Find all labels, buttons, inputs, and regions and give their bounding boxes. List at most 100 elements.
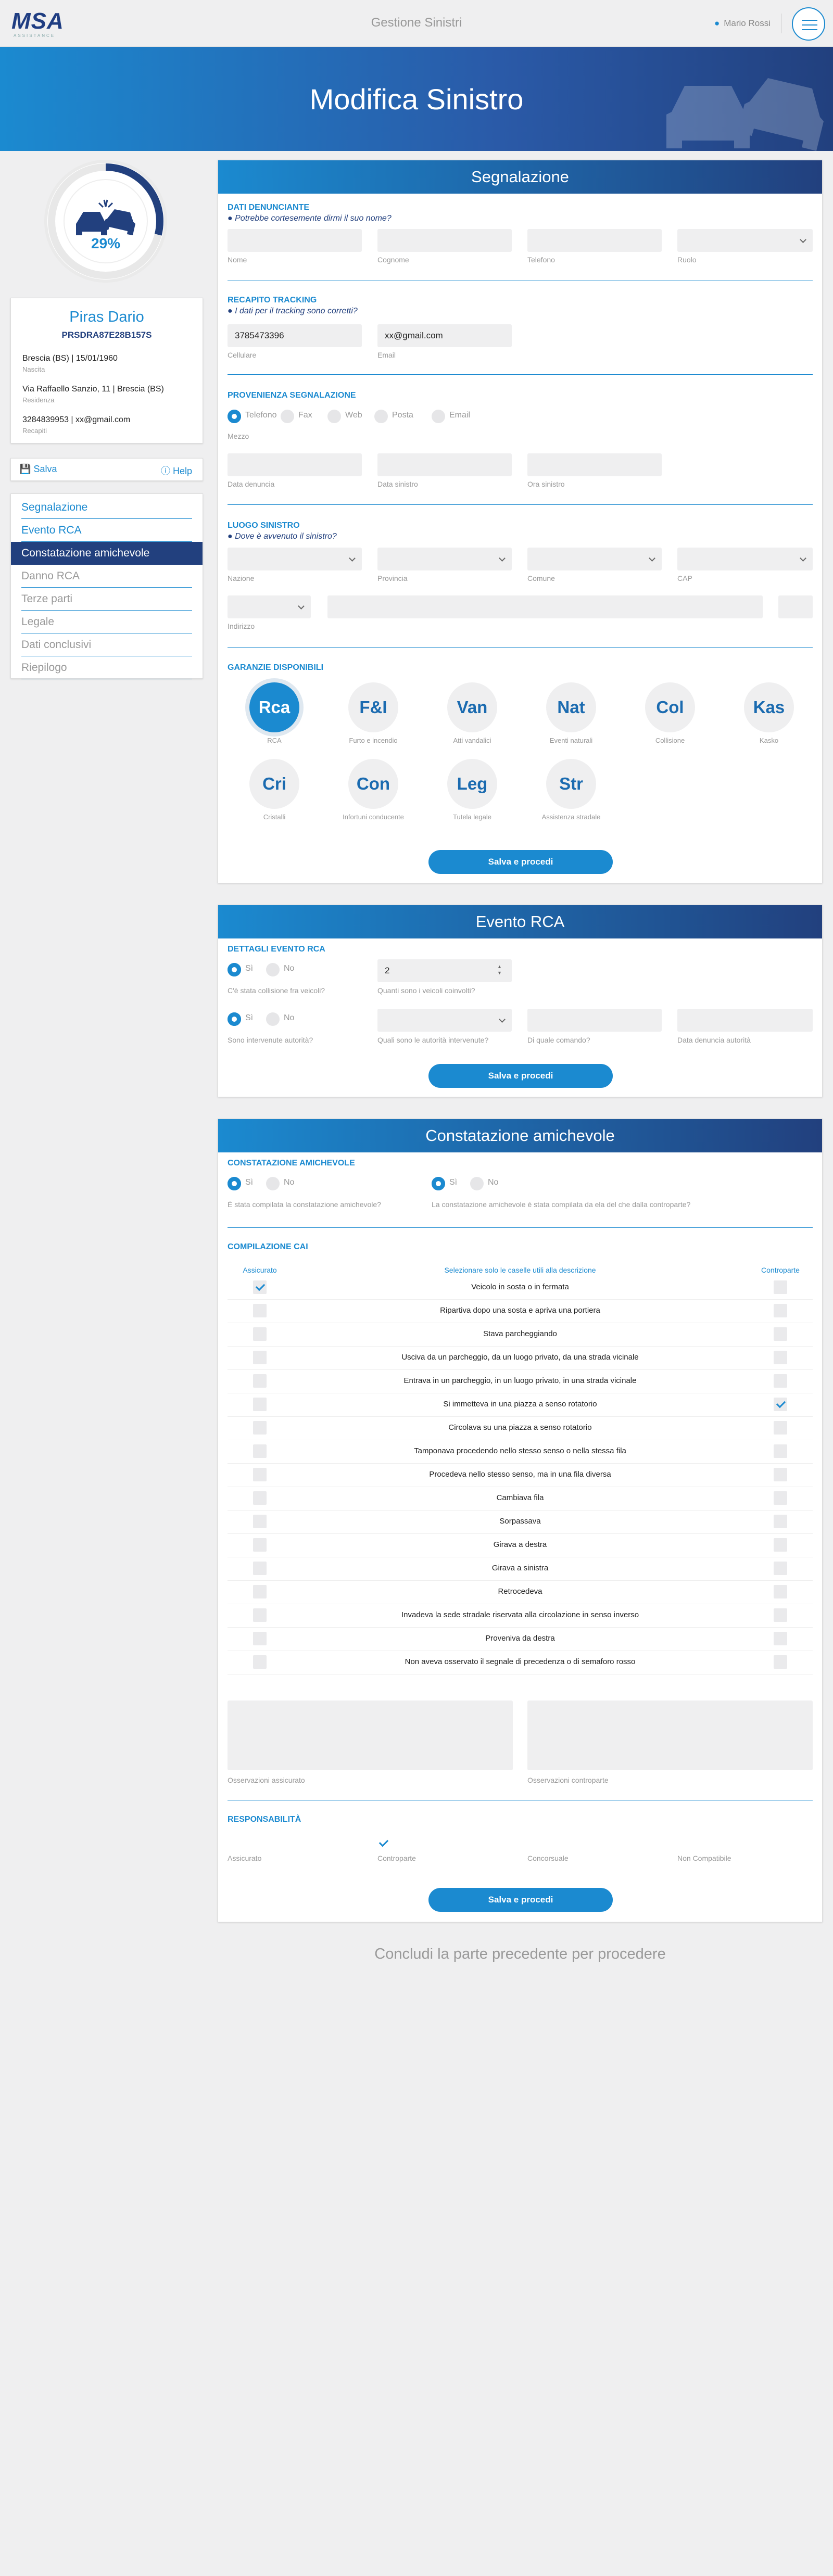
counterpart-notes-textarea[interactable] (527, 1701, 813, 1770)
insured-checkbox[interactable] (253, 1538, 267, 1552)
province-select[interactable] (377, 548, 512, 570)
role-select[interactable] (677, 229, 813, 252)
counterpart-checkbox[interactable] (774, 1444, 787, 1458)
authority-yes-radio[interactable] (228, 1012, 241, 1026)
user-menu[interactable]: ● Mario Rossi (714, 18, 771, 29)
nav-item[interactable]: Terze parti (21, 588, 192, 611)
accident-time-input[interactable] (527, 453, 662, 476)
guarantee-toggle[interactable]: Col (645, 682, 695, 732)
insured-checkbox[interactable] (253, 1608, 267, 1622)
responsibility-checkmark-icon[interactable] (376, 1836, 390, 1850)
city-select[interactable] (527, 548, 662, 570)
accident-date-input[interactable] (377, 453, 512, 476)
authority-report-date-input[interactable] (677, 1009, 813, 1032)
authority-no-radio[interactable] (266, 1012, 280, 1026)
vehicle-count-stepper[interactable]: 2 (377, 959, 512, 982)
insured-checkbox[interactable] (253, 1491, 267, 1505)
counterpart-checkbox[interactable] (774, 1351, 787, 1364)
responsibility-option[interactable]: Concorsuale (527, 1854, 569, 1862)
counterpart-checkbox[interactable] (774, 1562, 787, 1575)
insured-checkbox[interactable] (253, 1515, 267, 1528)
insured-checkbox[interactable] (253, 1421, 267, 1435)
street-type-select[interactable] (228, 595, 311, 618)
save-action[interactable]: 💾 Salva (19, 464, 57, 474)
insured-checkbox[interactable] (253, 1468, 267, 1481)
insured-checkbox[interactable] (253, 1280, 267, 1294)
guarantee-toggle[interactable]: Rca (249, 682, 299, 732)
insured-checkbox[interactable] (253, 1304, 267, 1317)
command-input[interactable] (527, 1009, 662, 1032)
insured-checkbox[interactable] (253, 1444, 267, 1458)
phone-input[interactable] (527, 229, 662, 252)
counterpart-checkbox[interactable] (774, 1491, 787, 1505)
counterpart-checkbox[interactable] (774, 1585, 787, 1598)
counterpart-checkbox[interactable] (774, 1608, 787, 1622)
email-input[interactable]: xx@gmail.com (377, 324, 512, 347)
collision-no-radio[interactable] (266, 963, 280, 976)
responsibility-option[interactable]: Assicurato (228, 1854, 261, 1862)
cai-filled-no-radio[interactable] (266, 1177, 280, 1190)
cai-filled-yes-radio[interactable] (228, 1177, 241, 1190)
surname-input[interactable] (377, 229, 512, 252)
insured-checkbox[interactable] (253, 1655, 267, 1669)
authority-select[interactable] (377, 1009, 512, 1032)
guarantee-toggle[interactable]: Str (546, 759, 596, 809)
save-and-continue-button[interactable]: Salva e procedi (428, 1064, 613, 1088)
counterpart-checkbox[interactable] (774, 1374, 787, 1388)
nav-item[interactable]: Evento RCA (21, 519, 192, 542)
country-select[interactable] (228, 548, 362, 570)
counterpart-checkbox[interactable] (774, 1515, 787, 1528)
insured-checkbox[interactable] (253, 1632, 267, 1645)
insured-checkbox[interactable] (253, 1585, 267, 1598)
help-action[interactable]: ⓘ Help (161, 464, 192, 477)
guarantee-toggle[interactable]: Nat (546, 682, 596, 732)
guarantee-toggle[interactable]: Kas (744, 682, 794, 732)
cap-select[interactable] (677, 548, 813, 570)
source-radio[interactable] (281, 410, 294, 423)
guarantee-toggle[interactable]: Leg (447, 759, 497, 809)
nav-item[interactable]: Segnalazione (21, 496, 192, 519)
guarantee-toggle[interactable]: F&I (348, 682, 398, 732)
nav-item[interactable]: Riepilogo (21, 656, 192, 679)
save-and-continue-button[interactable]: Salva e procedi (428, 1888, 613, 1912)
street-number-input[interactable] (778, 595, 813, 618)
insured-checkbox[interactable] (253, 1398, 267, 1411)
report-date-input[interactable] (228, 453, 362, 476)
insured-checkbox[interactable] (253, 1562, 267, 1575)
insured-checkbox[interactable] (253, 1351, 267, 1364)
counterpart-checkbox[interactable] (774, 1304, 787, 1317)
address-input[interactable] (327, 595, 763, 618)
source-radio[interactable] (228, 410, 241, 423)
counterpart-checkbox[interactable] (774, 1632, 787, 1645)
source-radio[interactable] (374, 410, 388, 423)
cellphone-input[interactable]: 3785473396 (228, 324, 362, 347)
save-and-continue-button[interactable]: Salva e procedi (428, 850, 613, 874)
stepper-arrows-icon[interactable]: ▲ ▼ (497, 963, 502, 976)
nav-item[interactable]: Danno RCA (21, 565, 192, 588)
insured-checkbox[interactable] (253, 1327, 267, 1341)
counterpart-checkbox[interactable] (774, 1280, 787, 1294)
hamburger-menu-button[interactable] (792, 7, 825, 41)
nav-item[interactable]: Constatazione amichevole (11, 542, 203, 565)
guarantee-toggle[interactable]: Cri (249, 759, 299, 809)
nav-item[interactable]: Dati conclusivi (21, 633, 192, 656)
nav-item[interactable]: Legale (21, 611, 192, 633)
counterpart-checkbox[interactable] (774, 1655, 787, 1669)
name-input[interactable] (228, 229, 362, 252)
source-radio[interactable] (327, 410, 341, 423)
cai-both-no-radio[interactable] (470, 1177, 484, 1190)
cai-both-yes-radio[interactable] (432, 1177, 445, 1190)
guarantee-toggle[interactable]: Con (348, 759, 398, 809)
collision-yes-radio[interactable] (228, 963, 241, 976)
insured-checkbox[interactable] (253, 1374, 267, 1388)
counterpart-checkbox[interactable] (774, 1421, 787, 1435)
counterpart-checkbox[interactable] (774, 1468, 787, 1481)
counterpart-checkbox[interactable] (774, 1398, 787, 1411)
responsibility-option[interactable]: Controparte (377, 1854, 416, 1862)
source-radio[interactable] (432, 410, 445, 423)
counterpart-checkbox[interactable] (774, 1327, 787, 1341)
responsibility-option[interactable]: Non Compatibile (677, 1854, 731, 1862)
counterpart-checkbox[interactable] (774, 1538, 787, 1552)
insured-notes-textarea[interactable] (228, 1701, 513, 1770)
guarantee-toggle[interactable]: Van (447, 682, 497, 732)
